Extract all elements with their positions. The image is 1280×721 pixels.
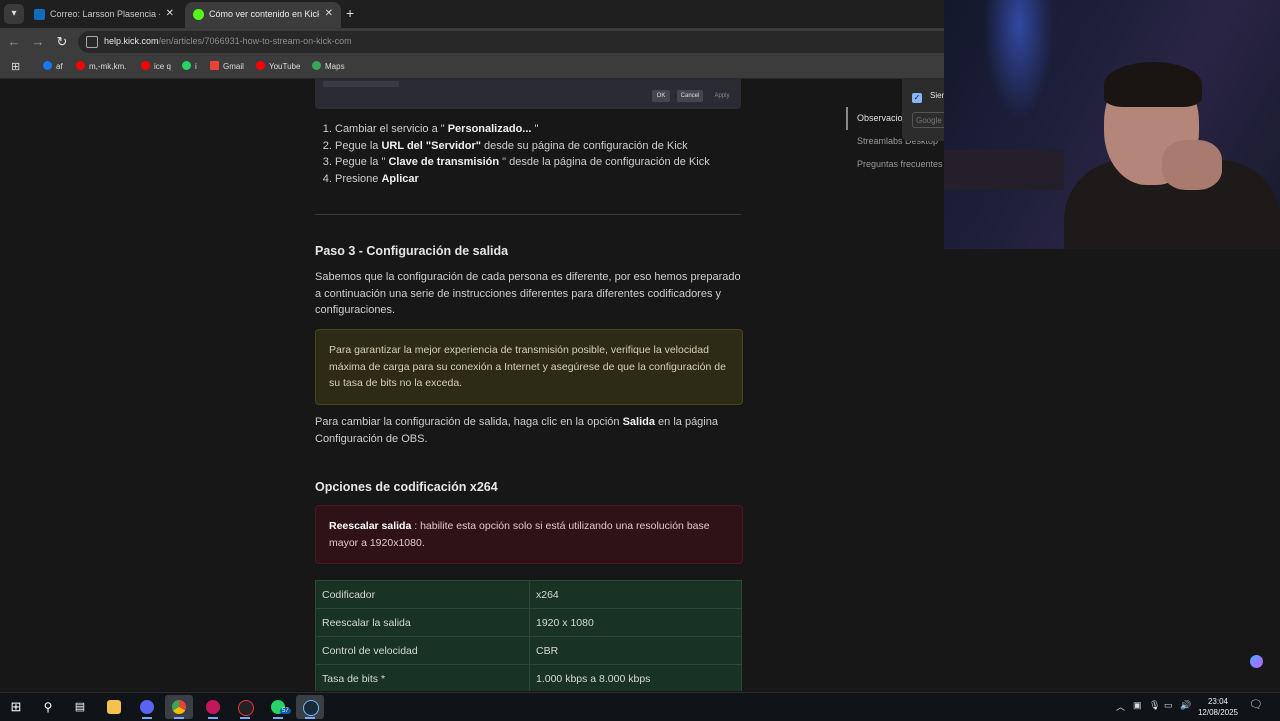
system-clock[interactable]: 23:04 12/08/2025 bbox=[1193, 696, 1243, 718]
webcam-person-hair bbox=[1104, 62, 1202, 107]
gmail-icon bbox=[210, 61, 219, 70]
chrome-icon bbox=[172, 700, 186, 714]
search-icon: ⚲ bbox=[43, 700, 53, 714]
tab-title: Correo: Larsson Plasencia - Outlook bbox=[50, 9, 160, 19]
screenshot-ok-button: OK bbox=[652, 90, 670, 102]
tab-kick-help[interactable]: Cómo ver contenido en Kick.com ✕ bbox=[185, 2, 341, 28]
x264-heading: Opciones de codificación x264 bbox=[315, 480, 498, 494]
steam-button[interactable] bbox=[296, 695, 324, 719]
youtube-icon bbox=[141, 61, 150, 70]
x264-settings-table: Codificador x264 Reescalar la salida 1920 … bbox=[315, 580, 742, 691]
chrome-button[interactable] bbox=[165, 695, 193, 719]
webcam-overlay bbox=[944, 0, 1280, 249]
discord-icon bbox=[140, 700, 154, 714]
outlook-icon bbox=[34, 9, 45, 20]
file-explorer-button[interactable] bbox=[100, 695, 128, 719]
microphone-icon[interactable]: 🎙 bbox=[1149, 700, 1160, 711]
warning-callout: Para garantizar la mejor experiencia de … bbox=[315, 329, 743, 405]
list-item: Presione Aplicar bbox=[335, 171, 755, 188]
taskbar-app-button[interactable] bbox=[231, 695, 259, 719]
steps-list: Cambiar el servicio a " Personalizado...… bbox=[315, 121, 755, 187]
volume-icon[interactable]: 🔊 bbox=[1180, 700, 1191, 711]
table-row: Codificador x264 bbox=[315, 580, 742, 609]
table-cell-key: Tasa de bits * bbox=[315, 664, 530, 691]
screenshot-field bbox=[323, 81, 399, 87]
table-cell-key: Control de velocidad bbox=[315, 636, 530, 665]
start-button[interactable]: ⊞ bbox=[2, 695, 30, 719]
tab-search-chevron-icon[interactable]: ▾ bbox=[4, 4, 24, 24]
table-cell-value: 1.000 kbps a 8.000 kbps bbox=[529, 664, 742, 691]
bookmark-maps[interactable]: Maps bbox=[312, 60, 345, 74]
webcam-background bbox=[944, 150, 1064, 190]
discord-button[interactable] bbox=[133, 695, 161, 719]
reload-icon[interactable]: ↻ bbox=[53, 33, 71, 51]
tab-title: Cómo ver contenido en Kick.com bbox=[209, 9, 319, 19]
clock-date: 12/08/2025 bbox=[1197, 708, 1239, 717]
obs-settings-screenshot: OK Cancel Apply bbox=[315, 79, 741, 109]
table-cell-key: Reescalar la salida bbox=[315, 608, 530, 637]
new-tab-button[interactable]: + bbox=[346, 5, 354, 21]
bookmark-ice-q[interactable]: ice q bbox=[141, 60, 171, 74]
bookmark-youtube[interactable]: YouTube bbox=[256, 60, 300, 74]
apps-grid-icon[interactable]: ⊞ bbox=[11, 60, 20, 74]
task-view-button[interactable]: ▤ bbox=[66, 695, 94, 719]
checkbox-checked-icon[interactable]: ✓ bbox=[912, 93, 922, 103]
kick-icon bbox=[193, 9, 204, 20]
url-text[interactable]: help.kick.com/en/articles/7066931-how-to… bbox=[104, 36, 352, 46]
facebook-icon bbox=[43, 61, 52, 70]
table-cell-value: CBR bbox=[529, 636, 742, 665]
tab-outlook[interactable]: Correo: Larsson Plasencia - Outlook ✕ bbox=[26, 2, 182, 28]
youtube-icon bbox=[256, 61, 265, 70]
step3-heading: Paso 3 - Configuración de salida bbox=[315, 244, 509, 258]
notification-badge: 57 bbox=[280, 708, 291, 714]
meet-now-icon[interactable]: ▣ bbox=[1133, 700, 1142, 711]
whatsapp-button[interactable]: 57 bbox=[264, 695, 292, 719]
task-view-icon: ▤ bbox=[74, 701, 86, 713]
list-item: Pegue la " Clave de transmisión " desde … bbox=[335, 154, 755, 171]
app-icon bbox=[238, 700, 254, 716]
table-cell-key: Codificador bbox=[315, 580, 530, 609]
step3-intro: Sabemos que la configuración de cada per… bbox=[315, 271, 741, 316]
bookmark-gmail[interactable]: Gmail bbox=[210, 60, 244, 74]
bookmark-af[interactable]: af bbox=[43, 60, 63, 74]
network-icon[interactable]: ▭ bbox=[1164, 700, 1173, 711]
screenshot-apply-button: Apply bbox=[714, 93, 730, 99]
output-instructions: Para cambiar la configuración de salida,… bbox=[315, 416, 718, 445]
table-row: Control de velocidad CBR bbox=[315, 636, 742, 665]
file-explorer-icon bbox=[107, 700, 121, 714]
bookmark-i[interactable]: i bbox=[182, 60, 197, 74]
search-button[interactable]: ⚲ bbox=[34, 695, 62, 719]
webcam-light bbox=[984, 0, 1054, 120]
taskbar-app-button[interactable] bbox=[199, 695, 227, 719]
webcam-person-hand bbox=[1162, 140, 1222, 190]
close-icon[interactable]: ✕ bbox=[166, 8, 174, 19]
rescale-callout: Reescalar salida : habilite esta opción … bbox=[315, 505, 743, 564]
chevron-up-icon[interactable]: ︿ bbox=[1116, 700, 1125, 713]
table-row: Tasa de bits * 1.000 kbps a 8.000 kbps bbox=[315, 664, 742, 691]
windows-start-icon: ⊞ bbox=[10, 699, 22, 714]
toc-item-faq[interactable]: Preguntas frecuentes bbox=[846, 153, 946, 176]
list-item: Cambiar el servicio a " Personalizado...… bbox=[335, 121, 755, 138]
notifications-icon[interactable]: 🗨 bbox=[1249, 698, 1263, 711]
table-cell-value: x264 bbox=[529, 580, 742, 609]
back-arrow-icon[interactable]: ← bbox=[5, 33, 23, 51]
maps-icon bbox=[312, 61, 321, 70]
site-info-icon[interactable] bbox=[86, 36, 98, 48]
windows-taskbar: ⊞ ⚲ ▤ 57 ︿ ▣ 🎙 ▭ 🔊 23:04 12/08/2025 🗨 bbox=[0, 692, 1280, 721]
youtube-icon bbox=[76, 61, 85, 70]
forward-arrow-icon[interactable]: → bbox=[29, 33, 47, 51]
screenshot-cancel-button: Cancel bbox=[677, 90, 703, 102]
list-item: Pegue la URL del "Servidor" desde su pág… bbox=[335, 138, 755, 155]
whatsapp-icon bbox=[182, 61, 191, 70]
close-icon[interactable]: ✕ bbox=[325, 8, 333, 19]
bookmark-mk[interactable]: m,-mk,km. bbox=[76, 60, 126, 74]
steam-icon bbox=[303, 700, 319, 716]
clock-time: 23:04 bbox=[1207, 697, 1229, 706]
table-row: Reescalar la salida 1920 x 1080 bbox=[315, 608, 742, 637]
table-cell-value: 1920 x 1080 bbox=[529, 608, 742, 637]
copilot-icon[interactable] bbox=[1250, 655, 1263, 668]
section-divider bbox=[315, 214, 741, 215]
app-icon bbox=[206, 700, 220, 714]
